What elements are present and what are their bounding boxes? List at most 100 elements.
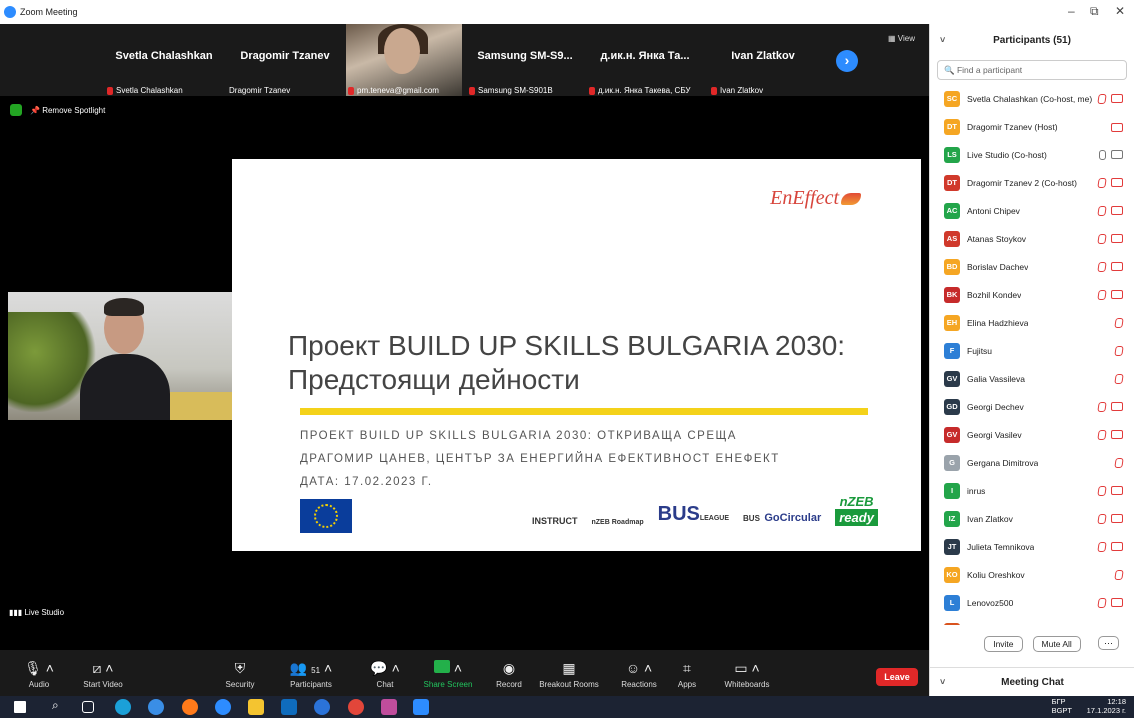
- mic-muted-icon: [348, 86, 354, 95]
- breakout-rooms-button[interactable]: ▦ Breakout Rooms: [534, 658, 604, 689]
- participant-row[interactable]: EH Elina Hadzhieva: [930, 309, 1134, 337]
- language-indicator[interactable]: БГР BGPT: [1052, 697, 1072, 715]
- view-button[interactable]: ▦ View: [888, 34, 915, 43]
- tile-label: д.ик.н. Янка Такева, СБУ: [589, 86, 690, 95]
- whiteboards-button[interactable]: ▭ ˄ Whiteboards: [712, 658, 782, 689]
- participant-name: Julieta Temnikova: [967, 542, 1035, 552]
- expand-chevron-icon[interactable]: ˅: [940, 677, 945, 687]
- avatar: DT: [944, 119, 960, 135]
- participant-name: Dragomir Tzanev 2 (Co-host): [967, 178, 1077, 188]
- avatar: IZ: [944, 511, 960, 527]
- participants-button[interactable]: 👥 51 ˄ Participants: [276, 658, 346, 689]
- share-screen-button[interactable]: ˄ Share Screen: [413, 658, 483, 689]
- participant-row[interactable]: GV Galia Vassileva: [930, 365, 1134, 393]
- paint-icon[interactable]: [381, 699, 397, 715]
- windows-start-icon[interactable]: [14, 701, 26, 713]
- gallery-tile[interactable]: Dragomir Tzanev Dragomir Tzanev: [226, 24, 344, 96]
- zoom-taskbar-icon[interactable]: [215, 699, 231, 715]
- camera-off-icon: [1111, 598, 1123, 607]
- audio-button[interactable]: 🎙 ˄ Audio: [4, 658, 74, 689]
- participant-row[interactable]: SC Svetla Chalashkan (Co-host, me): [930, 85, 1134, 113]
- security-button[interactable]: ⛨ Security: [205, 658, 275, 689]
- search-icon[interactable]: ⌕: [52, 698, 68, 714]
- collapse-chevron-icon[interactable]: ˅: [940, 35, 945, 45]
- mic-muted-icon: [469, 86, 475, 95]
- avatar: M: [944, 623, 960, 625]
- mic-muted-icon: [1097, 402, 1107, 412]
- participant-name: Koliu Oreshkov: [967, 570, 1025, 580]
- speaker-video[interactable]: [8, 292, 232, 420]
- camera-off-icon: [1111, 486, 1123, 495]
- file-explorer-icon[interactable]: [248, 699, 264, 715]
- participant-row[interactable]: BK Bozhil Kondev: [930, 281, 1134, 309]
- participant-search-input[interactable]: 🔍 Find a participant: [937, 60, 1127, 80]
- system-clock[interactable]: 12:18 17.1.2023 г.: [1087, 697, 1126, 715]
- zoom-active-icon[interactable]: [413, 699, 429, 715]
- gallery-tile[interactable]: Ivan Zlatkov Ivan Zlatkov: [708, 24, 818, 96]
- participants-panel: ˅ Participants (51) 🔍 Find a participant…: [929, 24, 1134, 696]
- participant-name: Antoni Chipev: [967, 206, 1020, 216]
- participant-row[interactable]: DT Dragomir Tzanev (Host): [930, 113, 1134, 141]
- leave-button[interactable]: Leave: [876, 668, 918, 686]
- mic-muted-icon: [1097, 486, 1107, 496]
- participants-icon: 👥 51 ˄: [289, 660, 333, 676]
- avatar: BK: [944, 287, 960, 303]
- participants-header: ˅ Participants (51): [940, 34, 1071, 46]
- participant-row[interactable]: L Lenovoz500: [930, 589, 1134, 617]
- mute-all-button[interactable]: Mute All: [1032, 636, 1081, 652]
- participant-row[interactable]: Mm.radeva: [930, 617, 1134, 625]
- participant-row[interactable]: AC Antoni Chipev: [930, 197, 1134, 225]
- close-icon[interactable]: ✕: [1115, 4, 1125, 18]
- participant-row[interactable]: F Fujitsu: [930, 337, 1134, 365]
- participant-row[interactable]: GV Georgi Vasilev: [930, 421, 1134, 449]
- participant-row[interactable]: LS Live Studio (Co-host): [930, 141, 1134, 169]
- firefox-icon[interactable]: [182, 699, 198, 715]
- gallery-tile-video[interactable]: pm.teneva@gmail.com: [346, 24, 462, 96]
- more-options-button[interactable]: ···: [1098, 636, 1119, 650]
- participant-status: [1097, 542, 1123, 552]
- gallery-tile[interactable]: Samsung SM-S9... Samsung SM-S901B: [466, 24, 584, 96]
- participant-status: [1097, 514, 1123, 524]
- participant-status: [1114, 346, 1124, 356]
- participant-row[interactable]: BD Borislav Dachev: [930, 253, 1134, 281]
- mic-muted-icon: [1097, 206, 1107, 216]
- participant-row[interactable]: IZ Ivan Zlatkov: [930, 505, 1134, 533]
- avatar: JT: [944, 539, 960, 555]
- chat-button[interactable]: 💬 ˄ Chat: [350, 658, 420, 689]
- outlook-icon[interactable]: [281, 699, 297, 715]
- invite-button[interactable]: Invite: [984, 636, 1023, 652]
- whiteboard-icon: ▭ ˄: [734, 660, 760, 676]
- remove-spotlight-button[interactable]: 📌 Remove Spotlight: [30, 106, 105, 115]
- avatar: GV: [944, 371, 960, 387]
- participant-row[interactable]: AS Atanas Stoykov: [930, 225, 1134, 253]
- tile-label: Dragomir Tzanev: [229, 86, 291, 95]
- skype-icon[interactable]: [314, 699, 330, 715]
- participant-row[interactable]: DT Dragomir Tzanev 2 (Co-host): [930, 169, 1134, 197]
- chrome-icon[interactable]: [348, 699, 364, 715]
- participant-row[interactable]: JT Julieta Temnikova: [930, 533, 1134, 561]
- gallery-tile[interactable]: Svetla Chalashkan Svetla Chalashkan: [104, 24, 224, 96]
- camera-off-icon: ⧄ ˄: [92, 660, 114, 676]
- edge-icon[interactable]: [115, 699, 131, 715]
- avatar: BD: [944, 259, 960, 275]
- participant-name: Ivan Zlatkov: [967, 514, 1013, 524]
- window-titlebar: Zoom Meeting – ⧉ ✕: [0, 0, 1134, 24]
- task-view-icon[interactable]: [82, 701, 94, 713]
- camera-off-icon: [1111, 178, 1123, 187]
- participant-status: [1097, 486, 1123, 496]
- minimize-icon[interactable]: –: [1068, 4, 1075, 18]
- start-video-button[interactable]: ⧄ ˄ Start Video: [68, 658, 138, 689]
- participant-row[interactable]: GD Georgi Dechev: [930, 393, 1134, 421]
- gallery-tile[interactable]: д.ик.н. Янка Та... д.ик.н. Янка Такева, …: [586, 24, 704, 96]
- participant-row[interactable]: Iinrus: [930, 477, 1134, 505]
- security-shield-icon: [10, 104, 22, 116]
- next-page-arrow-icon[interactable]: ›: [836, 50, 858, 72]
- meeting-chat-header[interactable]: ˅ Meeting Chat: [930, 667, 1134, 696]
- participant-status: [1097, 402, 1123, 412]
- participant-row[interactable]: KO Koliu Oreshkov: [930, 561, 1134, 589]
- instruct-logo: INSTRUCT: [532, 516, 578, 526]
- restore-icon[interactable]: ⧉: [1090, 4, 1099, 19]
- participant-row[interactable]: G Gergana Dimitrova: [930, 449, 1134, 477]
- participant-status: [1097, 178, 1123, 188]
- ie-icon[interactable]: [148, 699, 164, 715]
